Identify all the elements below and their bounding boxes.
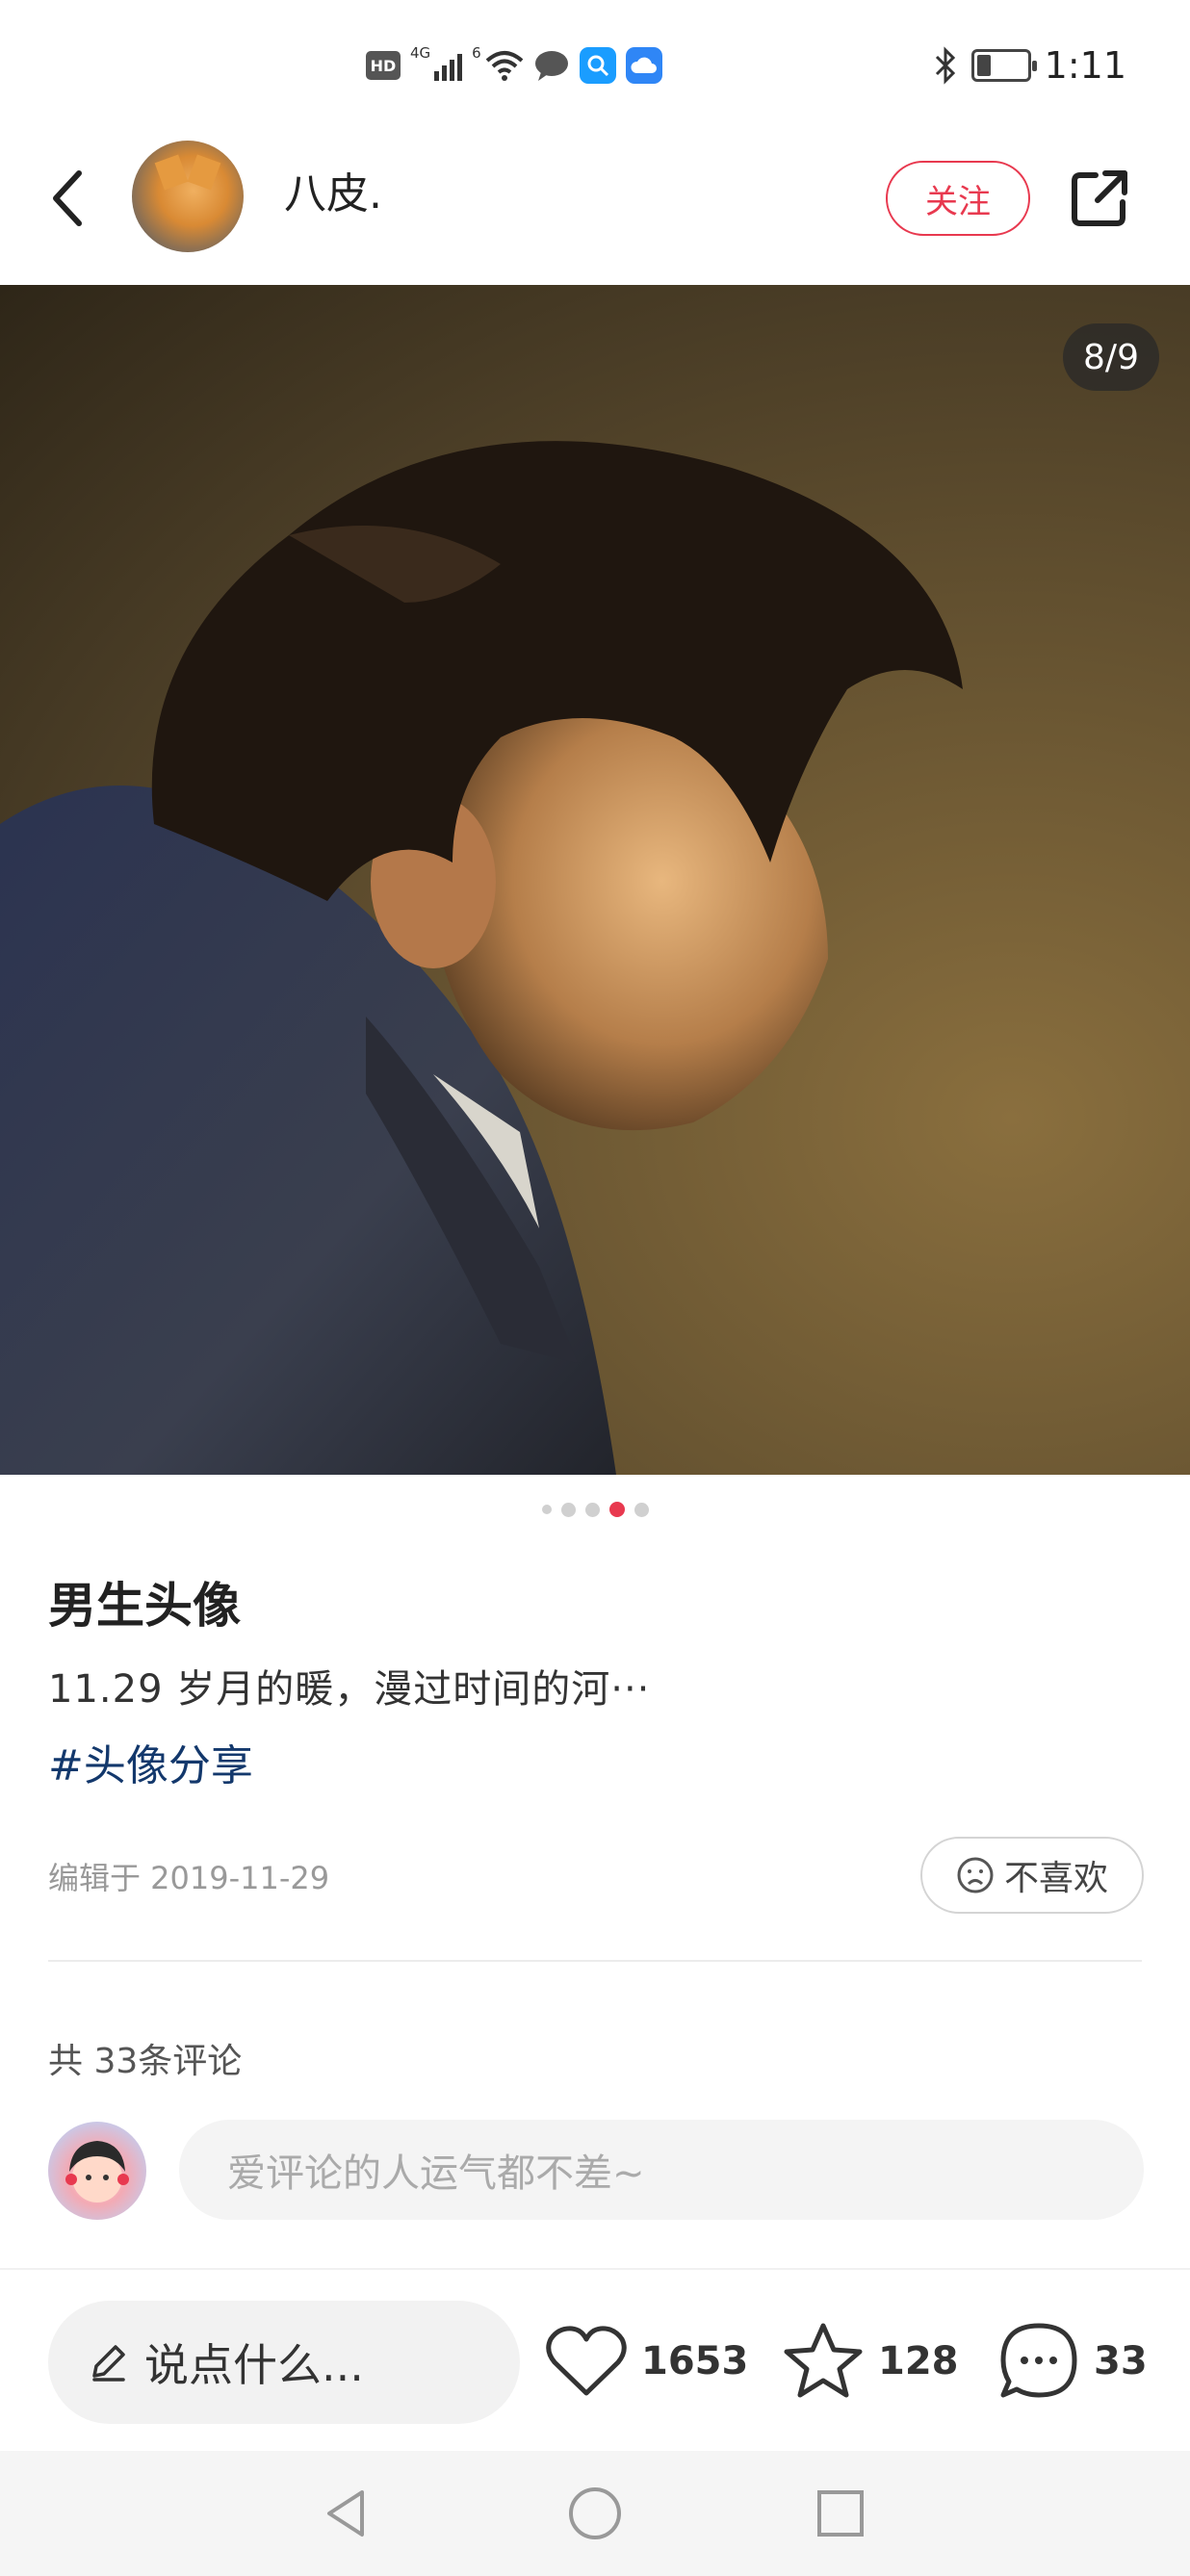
- back-button[interactable]: [39, 164, 96, 233]
- post-photo[interactable]: 8/9: [0, 285, 1190, 1475]
- heart-icon: [546, 2326, 627, 2396]
- dislike-label: 不喜欢: [1003, 1859, 1108, 1898]
- like-button[interactable]: 1653: [545, 2318, 748, 2405]
- bluetooth-icon: [935, 46, 955, 85]
- signal-icon: [434, 50, 463, 81]
- nav-recents-button[interactable]: [807, 2480, 874, 2547]
- cloud-app-icon: [625, 47, 662, 84]
- pencil-icon: [92, 2345, 125, 2382]
- wifi-gen-label: 6: [472, 44, 481, 62]
- carousel-dot: [634, 1502, 649, 1517]
- system-nav-bar: [0, 2451, 1190, 2576]
- search-app-icon: [579, 47, 616, 84]
- author-avatar[interactable]: [132, 141, 244, 252]
- like-count: 1653: [641, 2339, 749, 2383]
- divider: [48, 1960, 1142, 1962]
- author-name[interactable]: 八皮.: [284, 164, 382, 225]
- back-icon: [53, 170, 82, 226]
- carousel-dot-active: [608, 1502, 625, 1517]
- sad-face-icon: [957, 1857, 994, 1893]
- carousel-indicator: [0, 1502, 1190, 1517]
- recents-square-icon: [817, 2490, 864, 2537]
- comment-count-bar: 33: [1094, 2339, 1148, 2383]
- post-tag-link[interactable]: #头像分享: [48, 1731, 253, 1792]
- portrait-illustration: [0, 441, 963, 1475]
- wifi-icon: [485, 51, 524, 81]
- status-bar: HD 4G 6 1:11: [0, 0, 1190, 135]
- battery-level: [976, 55, 991, 76]
- say-something-button[interactable]: 说点什么...: [48, 2301, 520, 2424]
- comment-bubble-icon: [1000, 2323, 1077, 2398]
- follow-button[interactable]: 关注: [886, 161, 1030, 236]
- favorite-count: 128: [878, 2339, 959, 2383]
- carousel-dot: [541, 1505, 552, 1514]
- post-title: 男生头像: [48, 1578, 241, 1634]
- share-icon: [1072, 170, 1127, 226]
- comment-count: 共 33条评论: [48, 2042, 243, 2081]
- avatar-cat-ear: [187, 154, 221, 191]
- carousel-dot: [560, 1502, 576, 1517]
- nav-back-button[interactable]: [312, 2480, 379, 2547]
- page-counter: 8/9: [1063, 323, 1159, 391]
- post-header: 八皮. 关注: [0, 135, 1190, 285]
- hd-icon: HD: [366, 51, 401, 80]
- home-circle-icon: [569, 2487, 621, 2539]
- carousel-dot: [584, 1502, 600, 1517]
- dislike-button[interactable]: 不喜欢: [920, 1837, 1144, 1914]
- clock: 1:11: [1044, 44, 1126, 87]
- nav-home-button[interactable]: [561, 2480, 629, 2547]
- post-body: 11.29 岁月的暖，漫过时间的河···: [48, 1667, 651, 1712]
- star-icon: [784, 2323, 863, 2398]
- bottom-action-bar: 说点什么... 1653 128 33: [0, 2268, 1190, 2451]
- my-avatar: [48, 2122, 146, 2220]
- say-something-label: 说点什么...: [144, 2339, 364, 2391]
- status-icons: HD 4G 6: [366, 44, 662, 87]
- edit-date: 编辑于 2019-11-29: [48, 1860, 330, 1896]
- back-triangle-icon: [327, 2490, 364, 2537]
- battery-icon: [970, 49, 1037, 82]
- share-button[interactable]: [1065, 164, 1134, 233]
- avatar-cat-ear: [154, 154, 189, 191]
- comment-button[interactable]: 33: [997, 2318, 1148, 2405]
- chat-bubble-icon: [534, 51, 568, 81]
- network-type-label: 4G: [410, 44, 431, 62]
- comment-input[interactable]: 爱评论的人运气都不差~: [179, 2120, 1144, 2220]
- favorite-button[interactable]: 128: [782, 2318, 959, 2405]
- status-right: 1:11: [933, 40, 1126, 90]
